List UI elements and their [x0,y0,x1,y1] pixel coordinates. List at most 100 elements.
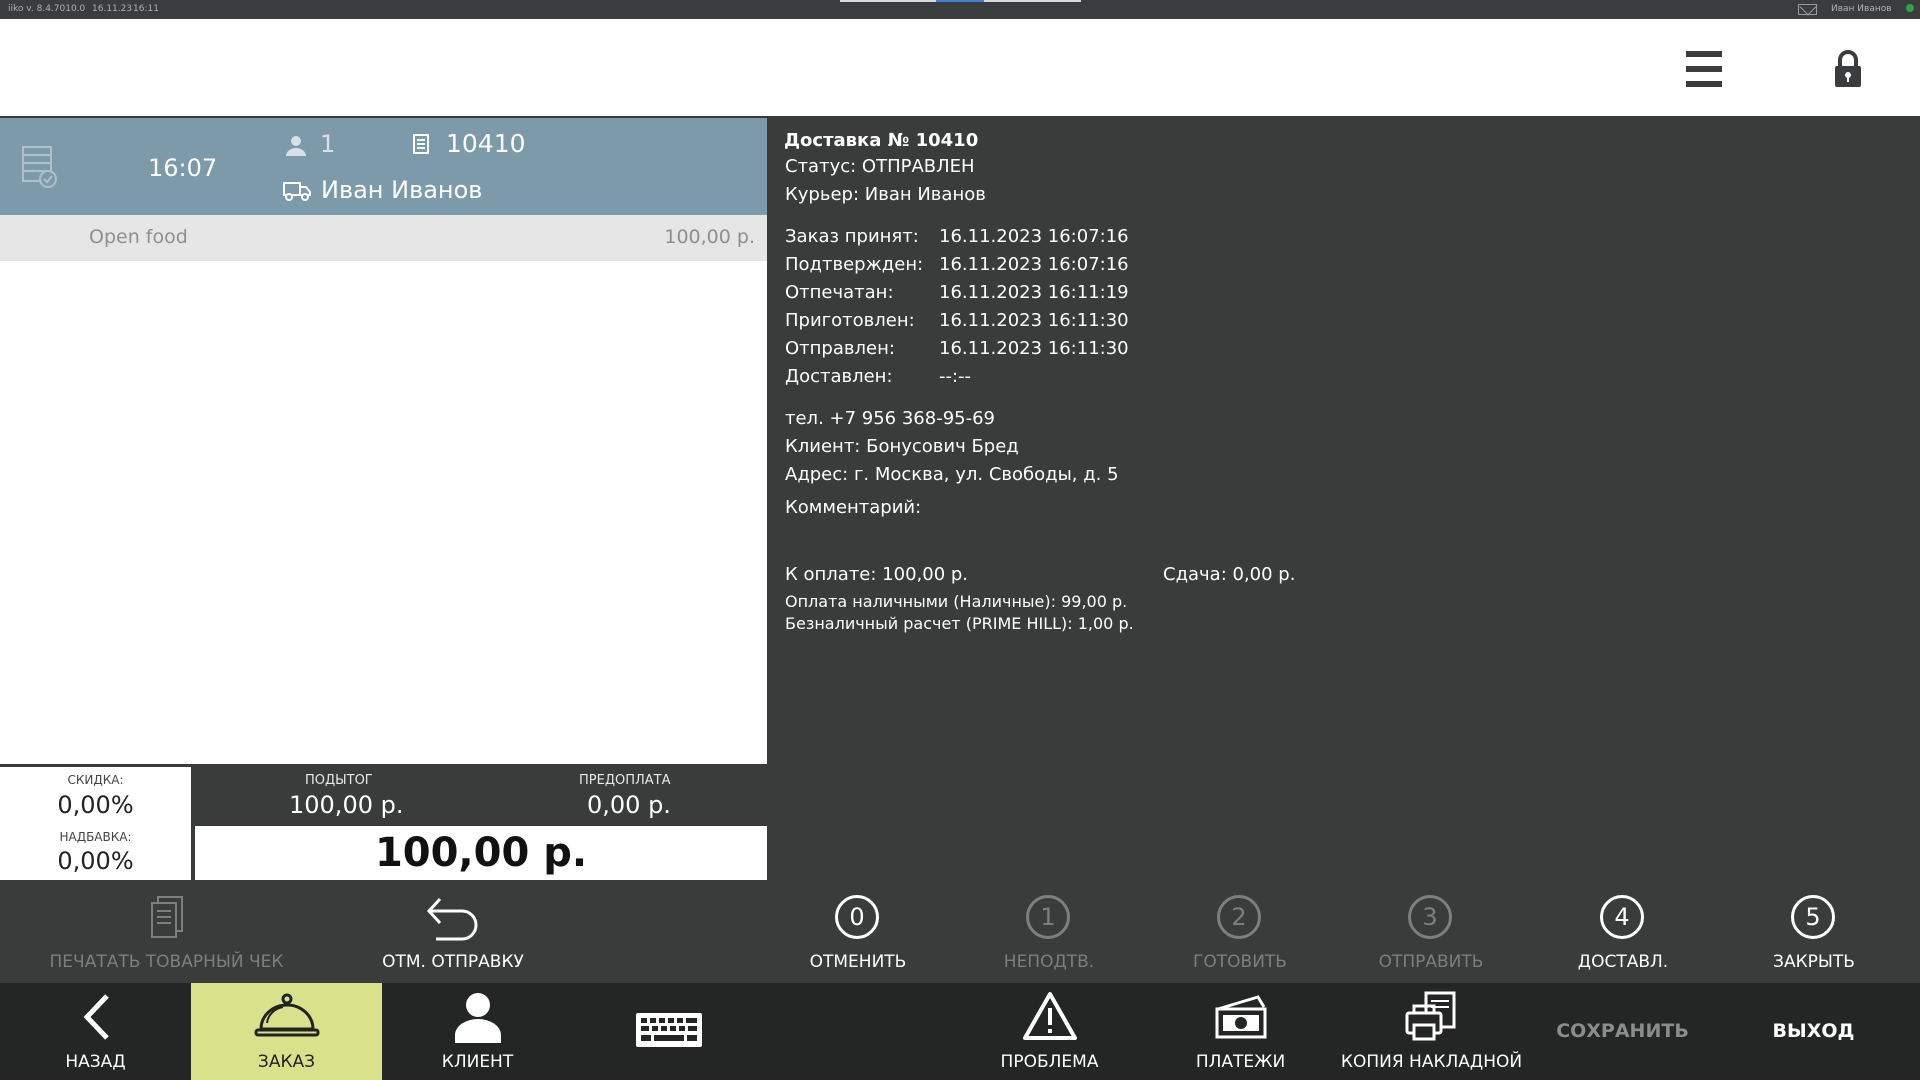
step-close-button[interactable]: 5 ЗАКРЫТЬ [1735,880,1893,983]
delivery-address: Адрес: г. Москва, ул. Свободы, д. 5 [785,464,1119,485]
step-label: ЗАКРЫТЬ [1773,952,1855,972]
invoice-copy-button[interactable]: КОПИЯ НАКЛАДНОЙ [1336,983,1527,1080]
keyboard-button[interactable] [573,983,764,1080]
step-send-button[interactable]: 3 ОТПРАВИТЬ [1352,880,1510,983]
timeline-label: Отпечатан: [785,282,894,303]
order-items-list: Open food 100,00 р. [0,215,767,764]
delivery-info-panel: Доставка № 10410 Статус: ОТПРАВЛЕН Курье… [768,118,1920,880]
timeline-value: 16.11.2023 16:11:30 [939,338,1129,359]
back-label: НАЗАД [65,1052,126,1072]
step-label: ДОСТАВЛ. [1577,952,1669,972]
printer-icon [1405,991,1455,1041]
step-label: ОТПРАВИТЬ [1378,952,1484,972]
client-name: Клиент: Бонусович Бред [785,436,1019,457]
scroll-thumb[interactable] [936,0,984,2]
discount-value: 0,00% [57,791,134,819]
top-header [0,19,1920,116]
keyboard-icon [635,1013,702,1047]
exit-button[interactable]: ВЫХОД [1718,983,1909,1080]
order-list-check-icon[interactable] [22,146,58,188]
bottom-nav: НАЗАД ЗАКАЗ КЛИЕНТ ПРОБЛЕМА ПЛАТЕЖИ КОПИ… [0,983,1920,1080]
step-unconfirm-button[interactable]: 1 НЕПОДТВ. [970,880,1128,983]
order-item-name: Open food [89,226,188,248]
back-button[interactable]: НАЗАД [0,983,191,1080]
payment-card: Безналичный расчет (PRIME HILL): 1,00 р. [785,614,1134,633]
client-label: КЛИЕНТ [441,1052,514,1072]
client-button[interactable]: КЛИЕНТ [382,983,573,1080]
exit-label: ВЫХОД [1772,1020,1855,1042]
receipt-icon [151,896,183,938]
cancel-send-button[interactable]: ОТМ. ОТПРАВКУ [370,880,536,983]
grand-total: 100,00 р. [195,826,767,880]
print-receipt-label: ПЕЧАТАТЬ ТОВАРНЫЙ ЧЕК [49,952,284,972]
payments-label: ПЛАТЕЖИ [1195,1052,1286,1072]
discount-label: СКИДКА: [67,773,124,787]
timeline-label: Приготовлен: [785,310,915,331]
timeline-value: 16.11.2023 16:11:30 [939,310,1129,331]
step-number: 5 [1791,895,1835,939]
step-number: 3 [1408,895,1452,939]
prepay-value: 0,00 р. [587,791,671,819]
warning-icon [1022,992,1077,1040]
change-amount: Сдача: 0,00 р. [1163,564,1296,585]
order-tab[interactable]: ЗАКАЗ [191,983,382,1080]
person-icon [454,993,501,1043]
order-number: 10410 [446,129,526,158]
payment-cash: Оплата наличными (Наличные): 99,00 р. [785,592,1128,611]
order-courier: Иван Иванов [321,176,483,204]
timeline-value: 16.11.2023 16:07:16 [939,254,1129,275]
save-label: СОХРАНИТЬ [1556,1020,1689,1042]
current-user: Иван Иванов [1831,4,1892,14]
discount-surcharge-panel[interactable]: СКИДКА: 0,00% НАДБАВКА: 0,00% [0,767,191,880]
subtotal-value: 100,00 р. [289,791,404,819]
step-label: ОТМЕНИТЬ [809,952,907,972]
system-bar: iiko v. 8.4.7010.0 16.11.23 16:11 Иван И… [0,0,1920,19]
timeline-label: Доставлен: [785,366,893,387]
timeline-label: Заказ принят: [785,226,919,247]
guest-count: 1 [320,130,336,158]
step-number: 2 [1217,895,1261,939]
system-date: 16.11.23 [92,4,133,14]
subtotal-panel: ПОДЫТОГ 100,00 р. ПРЕДОПЛАТА 0,00 р. [195,767,767,824]
payments-button[interactable]: ПЛАТЕЖИ [1145,983,1336,1080]
cancel-send-label: ОТМ. ОТПРАВКУ [382,952,524,972]
mail-icon[interactable] [1798,4,1817,15]
step-label: ГОТОВИТЬ [1193,952,1287,972]
prepay-label: ПРЕДОПЛАТА [579,773,671,788]
connection-status-icon [1906,4,1914,12]
delivery-truck-icon [283,182,311,201]
order-header: 16:07 1 10410 Иван Иванов [0,118,767,295]
order-item-price: 100,00 р. [664,226,755,248]
cloche-icon [254,993,319,1037]
chevron-left-icon [83,994,109,1040]
delivery-courier: Курьер: Иван Иванов [785,184,986,205]
order-time: 16:07 [148,154,218,182]
save-button[interactable]: СОХРАНИТЬ [1527,983,1718,1080]
problem-button[interactable]: ПРОБЛЕМА [954,983,1145,1080]
undo-icon [426,897,478,941]
app-version: iiko v. 8.4.7010.0 [8,4,86,14]
step-number: 1 [1026,895,1070,939]
timeline-value: 16.11.2023 16:11:19 [939,282,1129,303]
step-cancel-button[interactable]: 0 ОТМЕНИТЬ [779,880,937,983]
surcharge-value: 0,00% [57,847,134,875]
timeline-label: Подтвержден: [785,254,924,275]
delivery-status: Статус: ОТПРАВЛЕН [785,156,975,177]
lock-icon[interactable] [1833,49,1863,89]
client-phone: тел. +7 956 368-95-69 [785,408,995,429]
delivery-comment: Комментарий: [785,497,922,518]
invoice-copy-label: КОПИЯ НАКЛАДНОЙ [1340,1052,1523,1072]
step-number: 0 [835,895,879,939]
print-receipt-button[interactable]: ПЕЧАТАТЬ ТОВАРНЫЙ ЧЕК [40,880,293,983]
order-item-row[interactable]: Open food 100,00 р. [0,215,767,261]
document-icon [413,134,429,154]
hamburger-menu-icon[interactable] [1686,51,1722,87]
amount-to-pay: К оплате: 100,00 р. [785,564,969,585]
subtotal-label: ПОДЫТОГ [305,773,373,788]
delivery-title: Доставка № 10410 [784,130,979,151]
step-label: НЕПОДТВ. [1003,952,1095,972]
step-cook-button[interactable]: 2 ГОТОВИТЬ [1161,880,1319,983]
step-delivered-button[interactable]: 4 ДОСТАВЛ. [1544,880,1702,983]
window-scroll-indicator[interactable] [840,0,1081,2]
money-icon [1215,995,1266,1039]
